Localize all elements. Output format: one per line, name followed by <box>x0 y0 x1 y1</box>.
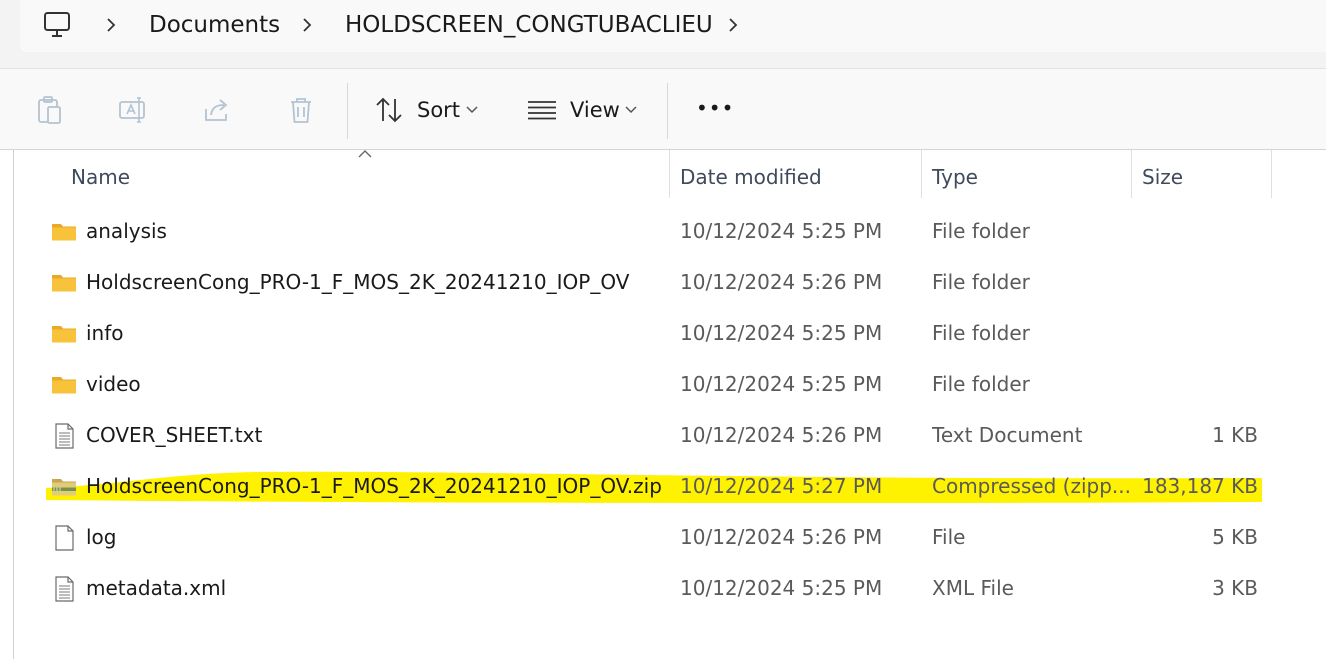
chevron-right-icon[interactable] <box>300 17 314 33</box>
file-size: 3 KB <box>1212 576 1258 600</box>
chevron-right-icon[interactable] <box>104 17 118 33</box>
file-date-modified: 10/12/2024 5:25 PM <box>680 219 883 243</box>
breadcrumb-current-folder[interactable]: HOLDSCREEN_CONGTUBACLIEU <box>345 10 713 40</box>
chevron-down-icon[interactable] <box>625 106 637 114</box>
toolbar-divider <box>667 83 668 139</box>
file-name: log <box>86 525 117 549</box>
share-icon[interactable] <box>202 95 232 125</box>
sort-ascending-indicator-icon <box>358 150 372 158</box>
file-name: COVER_SHEET.txt <box>86 423 263 447</box>
file-date-modified: 10/12/2024 5:26 PM <box>680 270 883 294</box>
file-type: File folder <box>932 270 1030 294</box>
file-name: metadata.xml <box>86 576 227 600</box>
folder-icon <box>50 371 78 399</box>
chevron-down-icon[interactable] <box>466 106 478 114</box>
file-size: 5 KB <box>1212 525 1258 549</box>
view-button[interactable]: View <box>570 96 620 124</box>
rename-icon[interactable] <box>118 95 148 125</box>
column-divider[interactable] <box>1271 150 1272 198</box>
view-icon[interactable] <box>527 95 557 125</box>
file-type: File folder <box>932 372 1030 396</box>
file-date-modified: 10/12/2024 5:25 PM <box>680 576 883 600</box>
file-row[interactable]: HoldscreenCong_PRO-1_F_MOS_2K_20241210_I… <box>44 463 1274 511</box>
file-name: HoldscreenCong_PRO-1_F_MOS_2K_20241210_I… <box>86 270 630 294</box>
file-date-modified: 10/12/2024 5:26 PM <box>680 423 883 447</box>
breadcrumb-documents[interactable]: Documents <box>149 10 280 40</box>
delete-icon[interactable] <box>286 95 316 125</box>
file-row[interactable]: analysis 10/12/2024 5:25 PM File folder <box>44 208 1274 256</box>
navigation-pane-edge <box>0 150 14 659</box>
this-pc-icon[interactable] <box>42 10 72 40</box>
file-size: 1 KB <box>1212 423 1258 447</box>
zip-folder-icon <box>50 473 78 501</box>
column-divider[interactable] <box>1131 150 1132 198</box>
toolbar-divider <box>347 83 348 139</box>
file-list: Name Date modified Type Size analysis 10/… <box>0 150 1326 659</box>
file-type: XML File <box>932 576 1014 600</box>
file-date-modified: 10/12/2024 5:25 PM <box>680 372 883 396</box>
file-type: Text Document <box>932 423 1083 447</box>
column-divider[interactable] <box>921 150 922 198</box>
folder-icon <box>50 320 78 348</box>
file-row[interactable]: COVER_SHEET.txt 10/12/2024 5:26 PM Text Do… <box>44 412 1274 460</box>
column-header-type[interactable]: Type <box>932 164 978 190</box>
file-type: File folder <box>932 321 1030 345</box>
more-options-button[interactable]: ••• <box>696 94 734 122</box>
column-header-name[interactable]: Name <box>71 164 130 190</box>
sort-button[interactable]: Sort <box>417 96 460 124</box>
file-date-modified: 10/12/2024 5:25 PM <box>680 321 883 345</box>
file-type: File folder <box>932 219 1030 243</box>
file-type: Compressed (zipp... <box>932 474 1131 498</box>
address-bar-strip: Documents HOLDSCREEN_CONGTUBACLIEU <box>0 0 1326 69</box>
folder-icon <box>50 269 78 297</box>
file-name: video <box>86 372 141 396</box>
file-name: HoldscreenCong_PRO-1_F_MOS_2K_20241210_I… <box>86 474 662 498</box>
file-name: analysis <box>86 219 167 243</box>
file-date-modified: 10/12/2024 5:27 PM <box>680 474 883 498</box>
chevron-right-icon[interactable] <box>726 17 740 33</box>
file-row[interactable]: log 10/12/2024 5:26 PM File 5 KB <box>44 514 1274 562</box>
paste-icon[interactable] <box>34 95 64 125</box>
file-row[interactable]: info 10/12/2024 5:25 PM File folder <box>44 310 1274 358</box>
file-row[interactable]: video 10/12/2024 5:25 PM File folder <box>44 361 1274 409</box>
file-row[interactable]: HoldscreenCong_PRO-1_F_MOS_2K_20241210_I… <box>44 259 1274 307</box>
text-file-icon <box>50 422 78 450</box>
blank-file-icon <box>50 524 78 552</box>
column-header-size[interactable]: Size <box>1142 164 1183 190</box>
file-date-modified: 10/12/2024 5:26 PM <box>680 525 883 549</box>
folder-icon <box>50 218 78 246</box>
column-header-date-modified[interactable]: Date modified <box>680 164 822 190</box>
column-divider[interactable] <box>669 150 670 198</box>
command-bar: Sort View ••• <box>0 69 1326 150</box>
sort-icon[interactable] <box>374 95 404 125</box>
file-size: 183,187 KB <box>1142 474 1258 498</box>
file-row[interactable]: metadata.xml 10/12/2024 5:25 PM XML File 3 … <box>44 565 1274 613</box>
text-file-icon <box>50 575 78 603</box>
file-name: info <box>86 321 124 345</box>
file-type: File <box>932 525 966 549</box>
